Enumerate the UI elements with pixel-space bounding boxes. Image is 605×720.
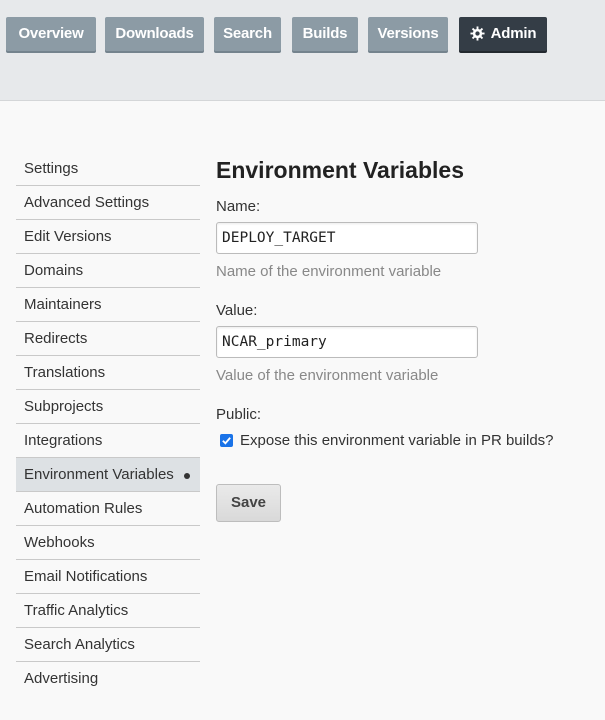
page-title: Environment Variables <box>216 157 464 183</box>
checkmark-icon <box>222 437 231 445</box>
sidebar-item-traffic-analytics[interactable]: Traffic Analytics <box>16 594 200 628</box>
tab-versions[interactable]: Versions <box>368 17 448 51</box>
sidebar-item-label: Settings <box>24 160 79 177</box>
sidebar-item-search-analytics[interactable]: Search Analytics <box>16 628 200 662</box>
tab-label: Admin <box>490 25 537 42</box>
sidebar-item-subprojects[interactable]: Subprojects <box>16 390 200 424</box>
sidebar-item-label: Translations <box>24 364 106 381</box>
public-checkbox-row: Expose this environment variable in PR b… <box>220 432 554 449</box>
sidebar-item-translations[interactable]: Translations <box>16 356 200 390</box>
gear-icon <box>470 20 485 54</box>
tab-overview[interactable]: Overview <box>6 17 96 51</box>
sidebar-item-label: Webhooks <box>24 534 95 551</box>
sidebar-item-maintainers[interactable]: Maintainers <box>16 288 200 322</box>
top-navigation-bar: Overview Downloads Search Builds Version… <box>0 0 605 101</box>
sidebar-item-automation-rules[interactable]: Automation Rules <box>16 492 200 526</box>
sidebar-item-label: Search Analytics <box>24 636 135 653</box>
sidebar-item-label: Automation Rules <box>24 500 143 517</box>
value-help-text: Value of the environment variable <box>216 367 439 384</box>
tab-label: Versions <box>377 25 439 42</box>
public-checkbox[interactable] <box>220 434 233 447</box>
active-indicator-icon <box>184 473 190 479</box>
sidebar-item-label: Domains <box>24 262 84 279</box>
sidebar-item-redirects[interactable]: Redirects <box>16 322 200 356</box>
sidebar-item-advertising[interactable]: Advertising <box>16 662 200 696</box>
value-label: Value: <box>216 302 258 319</box>
value-field[interactable]: NCAR_primary <box>216 326 478 358</box>
sidebar-item-settings[interactable]: Settings <box>16 152 200 186</box>
public-checkbox-label[interactable]: Expose this environment variable in PR b… <box>240 432 554 449</box>
name-field[interactable]: DEPLOY_TARGET <box>216 222 478 254</box>
sidebar-item-label: Advanced Settings <box>24 194 150 211</box>
sidebar-item-label: Email Notifications <box>24 568 148 585</box>
sidebar-item-label: Advertising <box>24 670 99 687</box>
tab-label: Builds <box>302 25 348 42</box>
sidebar-item-label: Maintainers <box>24 296 102 313</box>
sidebar-item-email-notifications[interactable]: Email Notifications <box>16 560 200 594</box>
tab-search[interactable]: Search <box>214 17 281 51</box>
sidebar-item-label: Edit Versions <box>24 228 112 245</box>
sidebar-item-label: Redirects <box>24 330 88 347</box>
name-label: Name: <box>216 198 261 215</box>
tab-admin[interactable]: Admin <box>459 17 547 51</box>
save-button[interactable]: Save <box>216 484 281 522</box>
tab-builds[interactable]: Builds <box>292 17 358 51</box>
sidebar-item-advanced-settings[interactable]: Advanced Settings <box>16 186 200 220</box>
name-help-text: Name of the environment variable <box>216 263 442 280</box>
tab-label: Overview <box>18 25 84 42</box>
sidebar-item-label: Traffic Analytics <box>24 602 129 619</box>
tab-downloads[interactable]: Downloads <box>105 17 204 51</box>
sidebar-item-environment-variables[interactable]: Environment Variables <box>16 458 200 492</box>
public-label: Public: <box>216 406 262 423</box>
sidebar-item-domains[interactable]: Domains <box>16 254 200 288</box>
tab-label: Downloads <box>115 25 194 42</box>
sidebar-item-label: Integrations <box>24 432 103 449</box>
sidebar-item-label: Subprojects <box>24 398 104 415</box>
sidebar-item-edit-versions[interactable]: Edit Versions <box>16 220 200 254</box>
sidebar-item-integrations[interactable]: Integrations <box>16 424 200 458</box>
sidebar-item-webhooks[interactable]: Webhooks <box>16 526 200 560</box>
sidebar-item-label: Environment Variables <box>24 466 174 483</box>
admin-sidebar: Settings Advanced Settings Edit Versions… <box>16 152 200 696</box>
tab-label: Search <box>223 25 272 42</box>
